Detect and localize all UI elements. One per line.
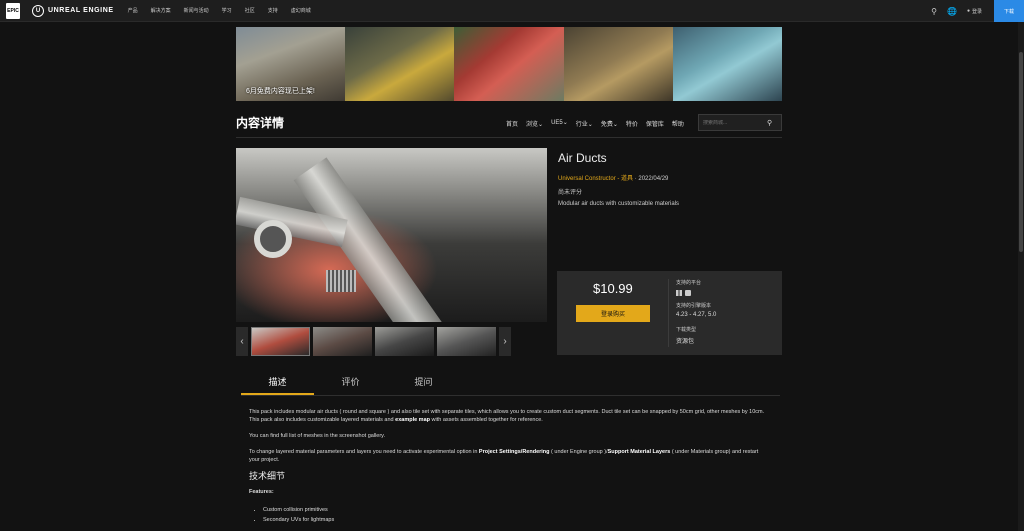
gallery-thumbnail[interactable] <box>437 327 496 356</box>
product-meta: Universal Constructor - 道具 · 2022/04/29 <box>558 173 668 182</box>
nav-link-solutions[interactable]: 解决方案 <box>151 7 171 14</box>
description-content: This pack includes modular air ducts ( r… <box>249 408 769 526</box>
nav-link-learn[interactable]: 学习 <box>222 7 232 14</box>
search-icon[interactable]: ⚲ <box>931 7 937 16</box>
mac-icon <box>685 290 691 296</box>
tab-reviews[interactable]: 评价 <box>314 366 387 395</box>
nav-link-support[interactable]: 支持 <box>268 7 278 14</box>
subnav-links: 首页 浏览⌄ UE5⌄ 行业⌄ 免费⌄ 特价 保管库 帮助 <box>506 119 684 128</box>
subnav-industry[interactable]: 行业⌄ <box>576 119 593 128</box>
banner-image-machine <box>672 27 782 101</box>
download-type-value: 资源包 <box>676 339 695 345</box>
banner-image-hall <box>563 27 673 101</box>
divider <box>668 279 669 347</box>
description-paragraph: You can find full list of meshes in the … <box>249 433 386 439</box>
epic-games-logo[interactable]: EPIC <box>6 2 20 19</box>
gallery-thumbnail[interactable] <box>375 327 434 356</box>
gallery-thumbnail[interactable] <box>313 327 372 356</box>
engine-versions-value: 4.23 - 4.27, 5.0 <box>676 312 717 318</box>
banner-text: 6月免费内容现已上架! <box>246 88 315 95</box>
subnav-vault[interactable]: 保管库 <box>646 119 664 128</box>
subnav-browse-label: 浏览 <box>526 122 539 128</box>
content-tabs: 描述 评价 提问 <box>241 366 780 396</box>
subnav-free-label: 免费 <box>600 122 613 128</box>
marketplace-subnav: 内容详情 首页 浏览⌄ UE5⌄ 行业⌄ 免费⌄ 特价 保管库 帮助 ⚲ <box>236 108 782 138</box>
text-span: To change layered material parameters an… <box>249 449 479 455</box>
list-item: Custom collision primitives <box>263 506 769 514</box>
platforms-label: 支持的平台 <box>676 280 702 286</box>
bold-text: example map <box>395 417 430 423</box>
subnav-ue5[interactable]: UE5⌄ <box>551 119 568 128</box>
nav-link-news-events[interactable]: 新闻与活动 <box>184 7 209 14</box>
subnav-browse[interactable]: 浏览⌄ <box>526 119 543 128</box>
vent-grille-shape <box>326 270 356 292</box>
marketplace-search: ⚲ <box>698 114 782 131</box>
nav-link-community[interactable]: 社区 <box>245 7 255 14</box>
promo-banner[interactable] <box>236 27 782 101</box>
top-navigation-bar: EPIC U UNREAL ENGINE 产品 解决方案 新闻与活动 学习 社区… <box>0 0 1024 22</box>
subnav-free[interactable]: 免费⌄ <box>601 119 618 128</box>
page-scrollbar[interactable] <box>1018 22 1024 531</box>
nav-right-group: ⚲ 🌐 ● 登录 下载 <box>931 0 1024 22</box>
subnav-ue5-label: UE5 <box>551 120 563 126</box>
subnav-help[interactable]: 帮助 <box>672 119 684 128</box>
nav-link-marketplace[interactable]: 虚幻商城 <box>291 7 311 14</box>
banner-image-tree <box>454 27 564 101</box>
tab-description[interactable]: 描述 <box>241 366 314 395</box>
features-title: Features: <box>249 489 274 495</box>
seller-link[interactable]: Universal Constructor - 道具 <box>558 176 633 182</box>
text-span: with assets assembled together for refer… <box>430 417 543 423</box>
product-short-description: Modular air ducts with customizable mate… <box>558 201 680 207</box>
release-date: · 2022/04/29 <box>633 176 669 182</box>
product-rating: 尚未评分 <box>558 190 583 196</box>
download-button[interactable]: 下载 <box>994 0 1024 22</box>
page-title: 内容详情 <box>236 116 285 130</box>
text-span: ( under Engine group )/ <box>549 449 608 455</box>
unreal-engine-brand[interactable]: UNREAL ENGINE <box>48 7 114 14</box>
list-item: Secondary UVs for lightmaps <box>263 516 769 524</box>
download-type-label: 下载类型 <box>676 327 697 333</box>
purchase-panel: $10.99 登录购买 支持的平台 支持的引擎版本 4.23 - 4.27, 5… <box>557 271 782 355</box>
login-to-buy-button[interactable]: 登录购买 <box>576 305 650 322</box>
product-price: $10.99 <box>593 281 633 296</box>
gallery-thumbnail[interactable] <box>251 327 310 356</box>
search-icon[interactable]: ⚲ <box>767 119 772 127</box>
bold-text: Project Settings/Rendering <box>478 449 550 455</box>
tab-questions[interactable]: 提问 <box>387 366 460 395</box>
globe-icon[interactable]: 🌐 <box>947 7 957 16</box>
login-label: 登录 <box>971 8 982 15</box>
nav-link-products[interactable]: 产品 <box>128 7 138 14</box>
login-link[interactable]: ● 登录 <box>967 8 982 15</box>
windows-icon <box>676 290 682 296</box>
gallery-thumbnails: ‹ › <box>236 327 547 356</box>
subnav-home[interactable]: 首页 <box>506 119 518 128</box>
product-main-image[interactable] <box>236 148 547 322</box>
unreal-engine-logo-icon[interactable]: U <box>32 4 44 17</box>
user-icon: ● <box>966 8 970 14</box>
search-input[interactable] <box>699 119 767 126</box>
main-nav-links: 产品 解决方案 新闻与活动 学习 社区 支持 虚幻商城 <box>128 7 311 14</box>
gallery-next-arrow-icon[interactable]: › <box>499 327 511 356</box>
tech-details-title: 技术细节 <box>249 471 286 481</box>
scrollbar-thumb[interactable] <box>1019 52 1023 252</box>
product-title: Air Ducts <box>558 151 607 165</box>
bold-text: Support Material Layers <box>607 449 671 455</box>
subnav-sale[interactable]: 特价 <box>626 119 638 128</box>
engine-versions-label: 支持的引擎版本 <box>676 303 712 309</box>
subnav-industry-label: 行业 <box>575 122 588 128</box>
gallery-prev-arrow-icon[interactable]: ‹ <box>236 327 248 356</box>
banner-image-loader <box>345 27 455 101</box>
features-list: Custom collision primitives Secondary UV… <box>249 506 769 524</box>
description-paragraph: This pack includes modular air ducts ( r… <box>249 408 769 424</box>
description-paragraph: To change layered material parameters an… <box>249 448 769 464</box>
vent-shape <box>254 220 292 258</box>
